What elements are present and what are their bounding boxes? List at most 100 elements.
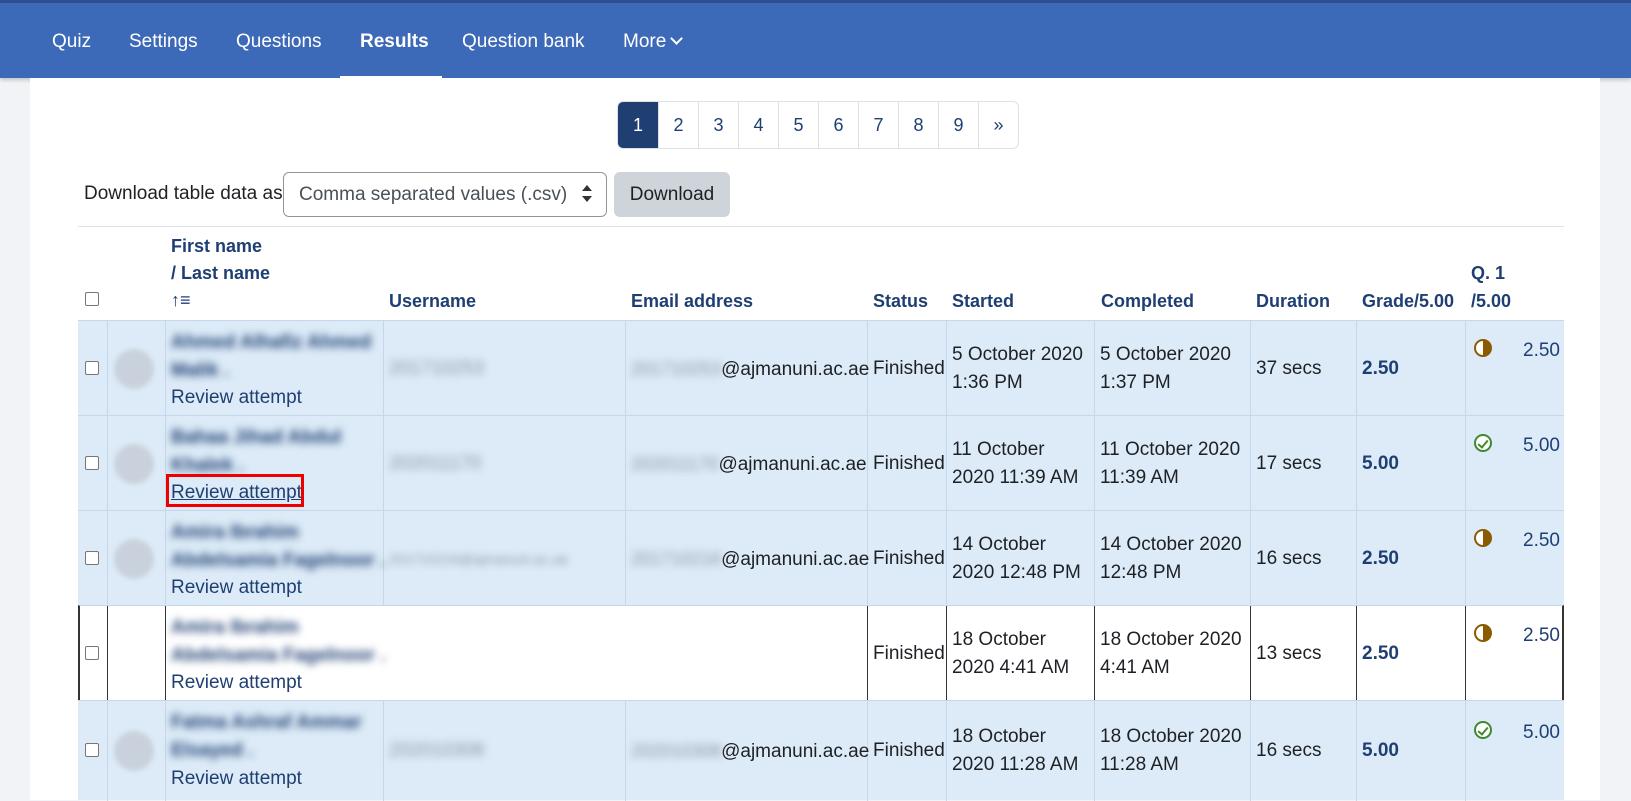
page-3[interactable]: 3 bbox=[698, 102, 738, 148]
completed-date: 11 October 2020 bbox=[1100, 439, 1241, 460]
table-row: Amira Ibrahim Abdelsamia Fagelnoor . Rev… bbox=[78, 510, 1564, 606]
completed-date: 14 October 2020 bbox=[1100, 534, 1242, 555]
q1-mark-link[interactable]: 5.00 bbox=[1523, 432, 1560, 460]
review-attempt-link[interactable]: Review attempt bbox=[171, 765, 302, 793]
started-time: 2020 4:41 AM bbox=[952, 657, 1070, 678]
email-address: 202011170@ajmanuni.ac.ae bbox=[631, 450, 867, 479]
review-attempt-link[interactable]: Review attempt bbox=[171, 669, 302, 697]
student-last-name[interactable]: Malik . bbox=[171, 357, 229, 385]
page-6[interactable]: 6 bbox=[818, 102, 858, 148]
tab-questions[interactable]: Questions bbox=[236, 3, 322, 78]
email-domain: @ajmanuni.ac.ae bbox=[721, 359, 870, 380]
duration: 16 secs bbox=[1256, 548, 1322, 569]
tab-quiz[interactable]: Quiz bbox=[52, 3, 91, 78]
row-checkbox[interactable] bbox=[85, 456, 99, 470]
table-row: Bahaa Jihad Abdul Khalek . Review attemp… bbox=[78, 415, 1564, 511]
review-attempt-link[interactable]: Review attempt bbox=[171, 384, 302, 412]
email-address: 201710253@ajmanuni.ac.ae bbox=[631, 355, 869, 384]
student-first-name[interactable]: Amira Ibrahim bbox=[171, 614, 299, 642]
q1-mark-link[interactable]: 2.50 bbox=[1523, 527, 1560, 555]
username: 202010308 bbox=[389, 740, 485, 761]
header-grade[interactable]: Grade/5.00 bbox=[1362, 288, 1454, 315]
status: Finished bbox=[873, 358, 945, 379]
page-5[interactable]: 5 bbox=[778, 102, 818, 148]
select-all-checkbox[interactable] bbox=[85, 292, 99, 306]
download-format-select[interactable]: Comma separated values (.csv) bbox=[283, 172, 607, 217]
completed-time: 11:28 AM bbox=[1100, 754, 1179, 775]
grade-link[interactable]: 2.50 bbox=[1362, 545, 1399, 573]
header-completed[interactable]: Completed bbox=[1101, 288, 1194, 315]
page-next[interactable]: » bbox=[978, 102, 1018, 148]
grade-link[interactable]: 5.00 bbox=[1362, 737, 1399, 765]
header-username[interactable]: Username bbox=[389, 288, 476, 315]
page-1[interactable]: 1 bbox=[618, 102, 658, 148]
tab-settings[interactable]: Settings bbox=[129, 3, 198, 78]
completed-time: 4:41 AM bbox=[1100, 657, 1170, 678]
avatar bbox=[114, 444, 154, 484]
student-first-name[interactable]: Ahmed Alhafiz Ahmed bbox=[171, 329, 371, 357]
page-9[interactable]: 9 bbox=[938, 102, 978, 148]
username: 201710253 bbox=[389, 358, 485, 379]
started-date: 11 October bbox=[952, 439, 1045, 460]
email-domain: @ajmanuni.ac.ae bbox=[721, 549, 870, 570]
completed-date: 18 October 2020 bbox=[1100, 726, 1242, 747]
completed-date: 18 October 2020 bbox=[1100, 629, 1242, 650]
started-date: 14 October bbox=[952, 534, 1046, 555]
email-local-part: 201710216 bbox=[631, 549, 722, 569]
student-first-name[interactable]: Bahaa Jihad Abdul bbox=[171, 424, 341, 452]
partially-correct-icon bbox=[1474, 529, 1492, 547]
tab-question-bank[interactable]: Question bank bbox=[462, 3, 585, 78]
username: 201710216@ajmanuni.ac.ae bbox=[389, 551, 569, 567]
completed-time: 11:39 AM bbox=[1100, 467, 1179, 488]
page-7[interactable]: 7 bbox=[858, 102, 898, 148]
student-last-name[interactable]: Elsayed . bbox=[171, 737, 253, 765]
sort-ascending-icon[interactable]: ↑≡ bbox=[171, 287, 191, 314]
status: Finished bbox=[873, 453, 945, 474]
username: 202011170 bbox=[389, 453, 482, 474]
duration: 37 secs bbox=[1256, 358, 1322, 379]
student-last-name[interactable]: Abdelsamia Fagelnoor . bbox=[171, 547, 385, 575]
student-last-name[interactable]: Abdelsamia Fagelnoor . bbox=[171, 642, 385, 670]
tab-results[interactable]: Results bbox=[360, 3, 429, 78]
email-local-part: 201710253 bbox=[631, 359, 722, 379]
header-q1[interactable]: Q. 1 bbox=[1471, 260, 1505, 287]
tab-more[interactable]: More bbox=[623, 3, 684, 78]
q1-mark-link[interactable]: 5.00 bbox=[1523, 719, 1560, 747]
annotation-highlight-box bbox=[166, 474, 304, 507]
download-button[interactable]: Download bbox=[614, 172, 730, 217]
page-2[interactable]: 2 bbox=[658, 102, 698, 148]
student-first-name[interactable]: Fatma Ashraf Ammar bbox=[171, 709, 362, 737]
header-first-name[interactable]: First name bbox=[171, 233, 262, 260]
page-8[interactable]: 8 bbox=[898, 102, 938, 148]
avatar bbox=[114, 539, 154, 579]
divider bbox=[78, 226, 1564, 227]
review-attempt-link[interactable]: Review attempt bbox=[171, 574, 302, 602]
header-duration[interactable]: Duration bbox=[1256, 288, 1330, 315]
header-last-name[interactable]: / Last name bbox=[171, 260, 270, 287]
download-format-value: Comma separated values (.csv) bbox=[299, 184, 568, 205]
row-checkbox[interactable] bbox=[85, 361, 99, 375]
header-status[interactable]: Status bbox=[873, 288, 928, 315]
header-email[interactable]: Email address bbox=[631, 288, 753, 315]
email-local-part: 202011170 bbox=[631, 454, 719, 474]
grade-link[interactable]: 2.50 bbox=[1362, 640, 1399, 668]
q1-mark-link[interactable]: 2.50 bbox=[1523, 337, 1560, 365]
completed-time: 12:48 PM bbox=[1100, 562, 1182, 583]
select-arrows-icon bbox=[582, 185, 592, 205]
row-checkbox[interactable] bbox=[85, 551, 99, 565]
table-row: Amira Ibrahim Abdelsamia Fagelnoor . Rev… bbox=[78, 605, 1564, 701]
correct-check-icon bbox=[1474, 434, 1492, 452]
row-checkbox[interactable] bbox=[85, 646, 99, 660]
page-4[interactable]: 4 bbox=[738, 102, 778, 148]
q1-mark-link[interactable]: 2.50 bbox=[1523, 622, 1560, 650]
tab-more-label: More bbox=[623, 31, 667, 52]
grade-link[interactable]: 5.00 bbox=[1362, 450, 1399, 478]
row-checkbox[interactable] bbox=[85, 743, 99, 757]
header-started[interactable]: Started bbox=[952, 288, 1014, 315]
started-time: 2020 12:48 PM bbox=[952, 562, 1081, 583]
partially-correct-icon bbox=[1474, 624, 1492, 642]
duration: 16 secs bbox=[1256, 740, 1322, 761]
partially-correct-icon bbox=[1474, 339, 1492, 357]
grade-link[interactable]: 2.50 bbox=[1362, 355, 1399, 383]
student-first-name[interactable]: Amira Ibrahim bbox=[171, 519, 299, 547]
